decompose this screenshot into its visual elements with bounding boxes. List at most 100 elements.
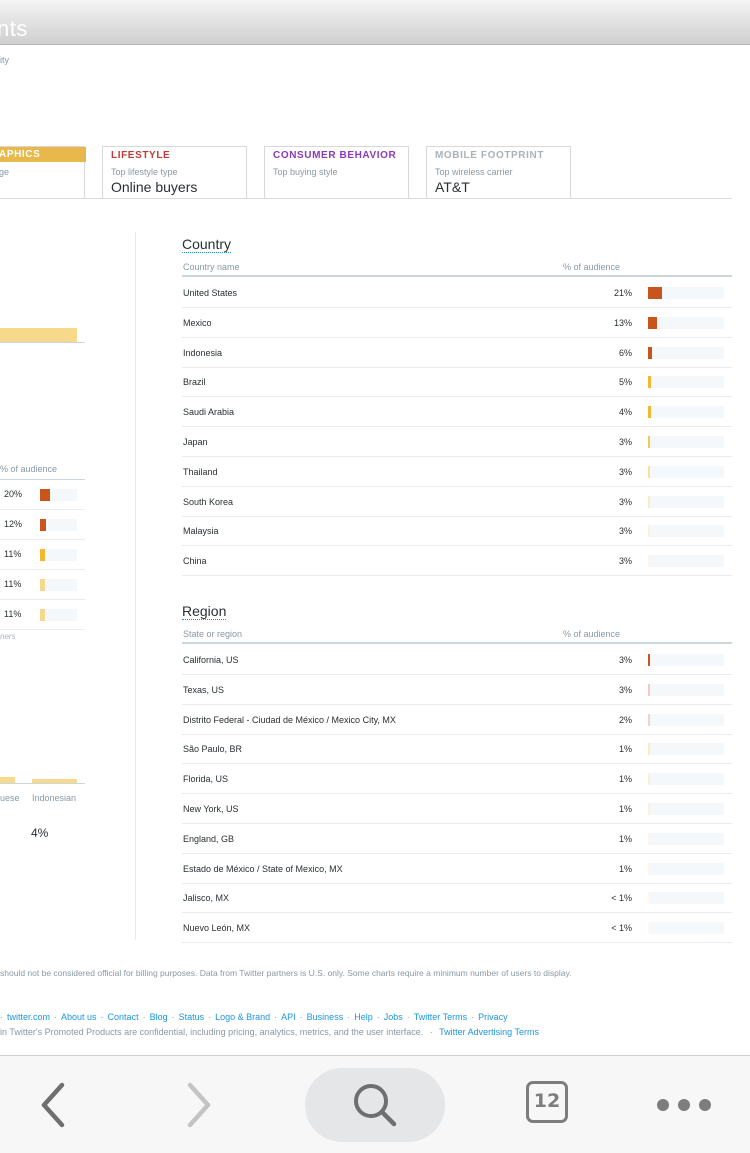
row-name: Distrito Federal - Ciudad de México / Me… [183,714,396,725]
page-subtitle: ity [0,55,9,65]
row-percent: 2% [618,714,632,725]
row-bar-fill [40,489,50,501]
forward-icon [187,1082,211,1128]
row-percent: 5% [618,377,632,388]
separator: · [54,1012,58,1022]
row-bar-track [648,406,724,419]
table-row: United States 21% [182,278,732,308]
table-row: Malaysia 3% [182,516,732,547]
row-bar-track [648,832,724,845]
row-percent: 11% [4,579,22,589]
left-row: 11% [0,540,85,570]
row-bar-fill [648,436,650,448]
footer-link[interactable]: Contact [108,1012,139,1022]
row-bar-track [648,346,724,359]
row-bar-fill [648,495,650,508]
row-bar-track [40,579,77,591]
tab-count: 12 [533,1090,561,1112]
row-bar-track [40,609,77,621]
table-row: Distrito Federal - Ciudad de México / Me… [182,705,732,735]
row-percent: < 1% [611,893,632,904]
page-title: nts [0,16,28,41]
row-bar-track [648,495,724,508]
row-bar-fill [648,316,657,329]
table-row: Jalisco, MX < 1% [182,883,732,914]
table-row: São Paulo, BR 1% [182,734,732,765]
row-percent: 3% [618,526,632,537]
tab-subcaption: Top lifestyle type [111,167,178,177]
tab-value: Online buyers [111,179,198,195]
more-icon-dot [699,1099,711,1111]
table-row: Saudi Arabia 4% [182,397,732,428]
search-button[interactable] [305,1068,445,1142]
row-bar-fill [648,465,650,478]
more-button[interactable] [650,1078,720,1132]
row-bar-fill [648,555,650,568]
row-percent: 3% [618,684,632,695]
left-row: 11% [0,600,85,630]
tab-lifestyle[interactable]: LIFESTYLE Top lifestyle type Online buye… [102,146,247,198]
country-col-name: Country name [183,262,240,272]
table-row: California, US 3% [182,645,732,675]
footer-link[interactable]: API [281,1012,296,1022]
row-bar-fill [40,549,46,561]
row-bar-track [40,519,77,531]
row-bar-fill [648,743,650,756]
tab-caption: CONSUMER BEHAVIOR [273,150,397,161]
forward-button[interactable] [176,1078,226,1132]
tab-caption: LIFESTYLE [111,150,171,161]
footer-link[interactable]: Business [307,1012,344,1022]
footer-link[interactable]: Twitter Terms [414,1012,467,1022]
back-button[interactable] [30,1078,80,1132]
footer-link[interactable]: About us [61,1012,97,1022]
separator: · [208,1012,212,1022]
row-percent: 3% [618,496,632,507]
left-column-header: % of audience [0,464,58,474]
advertising-terms-link[interactable]: Twitter Advertising Terms [439,1027,539,1037]
row-percent: 11% [4,609,22,619]
row-bar-track [648,654,724,666]
row-bar-track [648,287,724,299]
separator: · [406,1012,410,1022]
row-percent: 4% [618,407,632,418]
row-bar-track [648,376,724,389]
tab-mobile-footprint[interactable]: MOBILE FOOTPRINT Top wireless carrier AT… [426,146,571,198]
footer-link[interactable]: Privacy [478,1012,508,1022]
row-bar-fill [648,713,650,726]
row-bar-fill [648,287,662,299]
row-name: Indonesia [183,347,223,358]
browser-toolbar: 12 [0,1055,750,1153]
row-name: Japan [183,437,208,447]
row-bar-track [648,713,724,726]
tabs-button[interactable]: 12 [520,1078,580,1132]
country-title[interactable]: Country [182,236,232,253]
table-row: New York, US 1% [182,794,732,824]
search-icon [354,1084,397,1127]
divider [182,642,732,644]
table-row: Florida, US 1% [182,764,732,795]
tab-demographics[interactable]: APHICS ge [0,146,86,198]
footer-link[interactable]: Blog [150,1012,168,1022]
row-name: Mexico [183,317,212,328]
row-bar-track [648,743,724,756]
row-bar-track [648,465,724,478]
row-bar-fill [40,579,46,591]
footer-link[interactable]: Help [354,1012,373,1022]
table-row: Texas, US 3% [182,675,732,705]
row-percent: 3% [618,437,632,447]
tab-value: AT&T [435,179,470,195]
separator: · [142,1012,146,1022]
row-bar-fill [648,773,650,786]
row-percent: 1% [618,804,632,814]
footer-link[interactable]: Logo & Brand [215,1012,270,1022]
footer-link[interactable]: Status [179,1012,205,1022]
footer-link[interactable]: twitter.com [7,1012,50,1022]
row-bar-fill [648,376,652,389]
left-row: 20% [0,480,85,510]
separator: · [471,1012,475,1022]
region-title[interactable]: Region [182,603,227,620]
row-name: England, GB [183,833,235,844]
footer-link[interactable]: Jobs [384,1012,403,1022]
row-name: Nuevo León, MX [183,923,251,934]
tab-consumer-behavior[interactable]: CONSUMER BEHAVIOR Top buying style [264,146,409,198]
